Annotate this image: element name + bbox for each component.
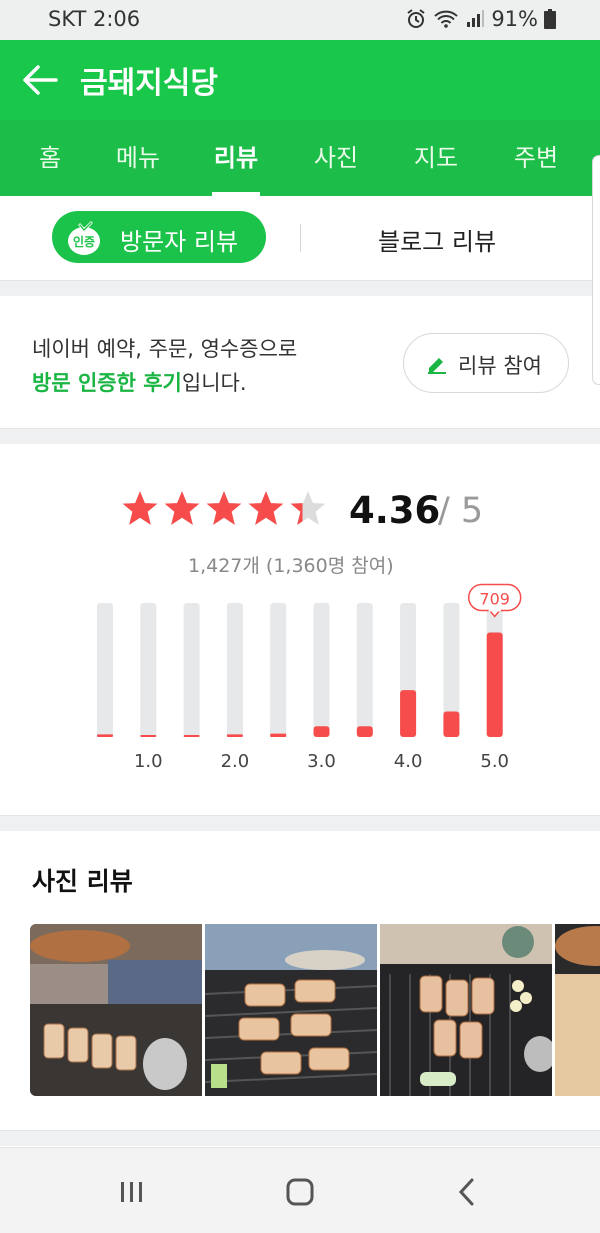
join-review-label: 리뷰 참여 bbox=[458, 354, 542, 378]
tick-label: 1.0 bbox=[134, 751, 163, 772]
status-carrier-time: SKT 2:06 bbox=[48, 7, 141, 31]
alarm-icon bbox=[405, 8, 427, 30]
tick-label: 5.0 bbox=[480, 751, 509, 772]
bar-track bbox=[356, 603, 373, 737]
tab-menu[interactable]: 메뉴 bbox=[106, 120, 170, 196]
bar bbox=[400, 690, 417, 737]
back-icon[interactable] bbox=[448, 1176, 488, 1208]
info-line-2: 방문 인증한 후기입니다. bbox=[32, 367, 247, 397]
photo-thumbnail[interactable] bbox=[205, 924, 377, 1096]
wifi-icon bbox=[433, 9, 459, 29]
blog-review-button[interactable]: 블로그 리뷰 bbox=[378, 222, 496, 257]
bar-track bbox=[183, 603, 200, 737]
section-divider bbox=[0, 428, 600, 444]
tab-bar: 홈 메뉴 리뷰 사진 지도 주변 bbox=[0, 120, 600, 196]
rating-distribution-chart: 1.0 2.0 3.0 4.0 5.0 709 bbox=[97, 583, 522, 772]
system-nav-bar bbox=[0, 1147, 600, 1233]
status-icons: 91% bbox=[405, 7, 556, 31]
bar bbox=[226, 734, 243, 737]
review-type-switch: 인증 방문자 리뷰 블로그 리뷰 bbox=[0, 196, 600, 280]
photo-review-section: 사진 리뷰 bbox=[0, 832, 600, 1130]
tick-label: 3.0 bbox=[307, 751, 336, 772]
status-bar: SKT 2:06 91% bbox=[0, 0, 600, 40]
photo-thumbnail[interactable] bbox=[30, 924, 202, 1096]
bar bbox=[313, 726, 330, 737]
photo-strip[interactable] bbox=[30, 924, 600, 1096]
bar bbox=[486, 632, 503, 737]
tab-nearby[interactable]: 주변 bbox=[504, 120, 568, 196]
bar-track bbox=[270, 603, 287, 737]
switch-divider bbox=[300, 224, 301, 252]
bar bbox=[443, 711, 460, 737]
app-header: 금돼지식당 bbox=[0, 40, 600, 120]
home-icon[interactable] bbox=[280, 1176, 320, 1208]
photo-review-heading: 사진 리뷰 bbox=[32, 867, 133, 896]
bar bbox=[183, 735, 200, 737]
side-panel-edge bbox=[592, 155, 600, 385]
verified-info-section: 네이버 예약, 주문, 영수증으로 방문 인증한 후기입니다. 리뷰 참여 bbox=[0, 297, 600, 428]
join-review-button[interactable]: 리뷰 참여 bbox=[403, 333, 569, 393]
data-label: 709 bbox=[479, 589, 510, 608]
bar-track bbox=[226, 603, 243, 737]
rating-section: 4.36 / 5 1,427개 (1,360명 참여) 1.0 2.0 3.0 4.0… bbox=[0, 445, 600, 815]
photo-thumbnail[interactable] bbox=[555, 924, 600, 1096]
info-line-1: 네이버 예약, 주문, 영수증으로 bbox=[32, 337, 298, 361]
bar bbox=[356, 726, 373, 737]
bar-track bbox=[97, 603, 113, 737]
pencil-icon bbox=[426, 353, 448, 375]
tick-label: 4.0 bbox=[394, 751, 423, 772]
tab-photo[interactable]: 사진 bbox=[304, 120, 368, 196]
bar-track bbox=[313, 603, 330, 737]
bar bbox=[140, 735, 157, 737]
visitor-review-button[interactable]: 인증 방문자 리뷰 bbox=[52, 211, 266, 263]
verified-badge-text: 인증 bbox=[73, 234, 95, 249]
info-highlight: 방문 인증한 후기 bbox=[32, 371, 182, 395]
photo-thumbnail[interactable] bbox=[380, 924, 552, 1096]
tab-map[interactable]: 지도 bbox=[404, 120, 468, 196]
bar bbox=[97, 734, 113, 737]
recent-apps-icon[interactable] bbox=[112, 1176, 152, 1208]
tick-label: 2.0 bbox=[221, 751, 250, 772]
section-divider bbox=[0, 815, 600, 831]
tab-home[interactable]: 홈 bbox=[22, 120, 78, 196]
visitor-review-label: 방문자 리뷰 bbox=[120, 228, 239, 256]
info-line-2-rest: 입니다. bbox=[181, 371, 247, 395]
section-divider bbox=[0, 280, 600, 296]
signal-icon bbox=[465, 9, 485, 29]
bar-track bbox=[140, 603, 157, 737]
bar bbox=[270, 733, 287, 737]
page-title: 금돼지식당 bbox=[80, 66, 218, 101]
battery-percent: 91% bbox=[491, 7, 538, 31]
back-arrow-icon[interactable] bbox=[20, 60, 60, 100]
battery-icon bbox=[544, 9, 556, 29]
section-divider bbox=[0, 1130, 600, 1146]
verified-badge-icon: 인증 bbox=[66, 221, 100, 255]
tab-review[interactable]: 리뷰 bbox=[204, 120, 268, 196]
